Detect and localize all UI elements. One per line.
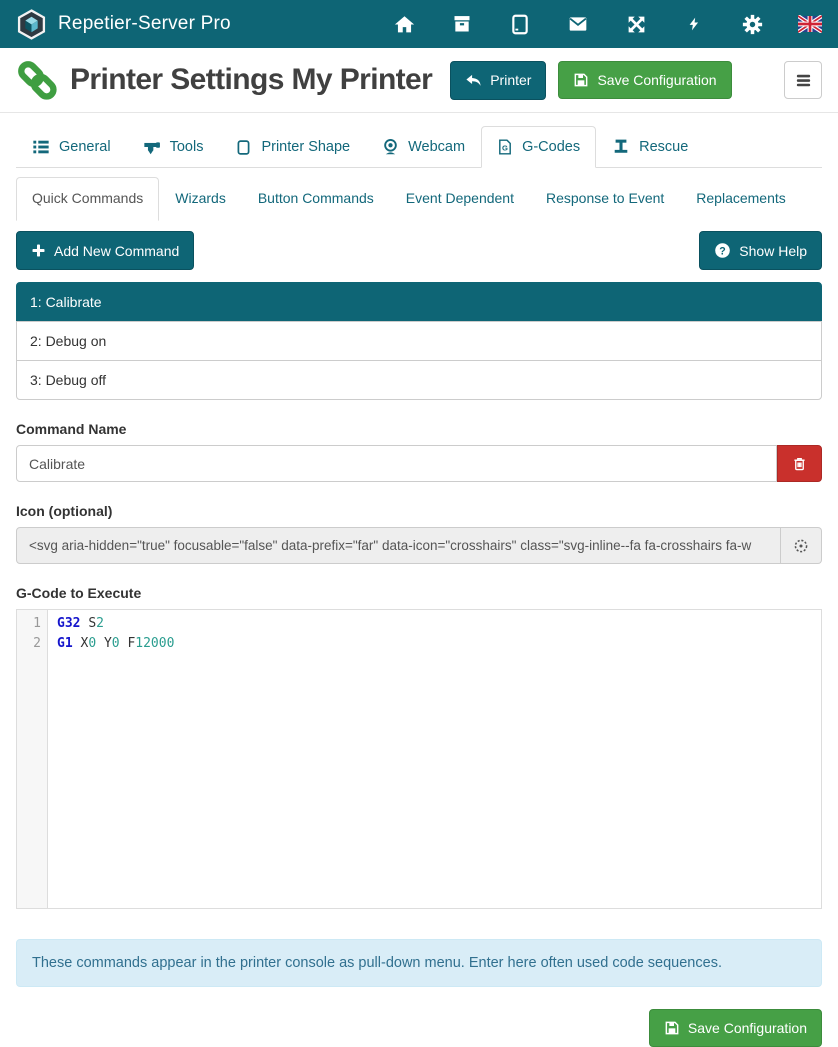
save-configuration-button-bottom[interactable]: Save Configuration	[649, 1009, 822, 1047]
gcode-code-area[interactable]: G32 S2G1 X0 Y0 F12000	[48, 610, 821, 908]
question-circle-icon: ?	[714, 242, 731, 259]
tablet-icon	[510, 14, 530, 35]
info-box: These commands appear in the printer con…	[16, 939, 822, 987]
nav-messages[interactable]	[566, 12, 590, 36]
nav-home[interactable]	[392, 12, 416, 36]
command-name-label: Command Name	[16, 421, 822, 437]
gcode-line: G32 S2	[57, 614, 821, 634]
footer: Save Configuration	[16, 1009, 822, 1047]
command-name-input[interactable]	[16, 445, 777, 482]
subtab-response-to-event[interactable]: Response to Event	[530, 177, 680, 221]
icon-label: Icon (optional)	[16, 503, 822, 519]
command-list-item[interactable]: 3: Debug off	[16, 360, 822, 400]
brand[interactable]: Repetier-Server Pro	[16, 9, 231, 40]
crosshairs-icon	[792, 537, 810, 555]
info-text: These commands appear in the printer con…	[32, 955, 722, 971]
repetier-logo-icon	[16, 9, 47, 40]
tab-g-codes[interactable]: G G-Codes	[481, 126, 596, 168]
uk-flag-icon	[798, 15, 822, 33]
gcode-file-icon: G	[497, 138, 513, 156]
archive-box-icon	[452, 14, 472, 34]
subtab-quick-commands[interactable]: Quick Commands	[16, 177, 159, 221]
subtab-button-commands[interactable]: Button Commands	[242, 177, 390, 221]
tab-printer-shape[interactable]: Printer Shape	[219, 126, 366, 168]
gcode-line: G1 X0 Y0 F12000	[57, 634, 821, 654]
nav-global-actions[interactable]	[624, 12, 648, 36]
extruder-icon	[143, 138, 161, 156]
list-icon	[32, 138, 50, 156]
save-configuration-button[interactable]: Save Configuration	[558, 61, 731, 99]
gcode-editor[interactable]: 12 G32 S2G1 X0 Y0 F12000	[16, 609, 822, 909]
quick-commands-toolbar: Add New Command ? Show Help	[16, 231, 822, 270]
add-new-command-button[interactable]: Add New Command	[16, 231, 194, 270]
icon-group	[16, 527, 822, 564]
back-to-printer-button[interactable]: Printer	[450, 61, 546, 100]
bolt-icon	[687, 13, 701, 35]
save-icon	[573, 72, 589, 88]
brand-title: Repetier-Server Pro	[58, 13, 231, 35]
subtab-event-dependent[interactable]: Event Dependent	[390, 177, 530, 221]
trash-icon	[791, 455, 808, 473]
command-list-item[interactable]: 1: Calibrate	[16, 282, 822, 322]
show-help-button[interactable]: ? Show Help	[699, 231, 822, 270]
chain-link-icon	[16, 59, 58, 101]
svg-text:?: ?	[720, 245, 726, 257]
nav-settings[interactable]	[740, 12, 764, 36]
nav-power[interactable]	[682, 12, 706, 36]
page-header: Printer Settings My Printer Printer Save…	[0, 48, 838, 113]
tab-webcam[interactable]: Webcam	[366, 126, 481, 168]
svg-text:G: G	[502, 144, 508, 153]
top-navbar: Repetier-Server Pro	[0, 0, 838, 48]
navbar-icons	[392, 12, 822, 36]
icon-preview-addon[interactable]	[781, 527, 822, 564]
gcode-label: G-Code to Execute	[16, 585, 822, 601]
expand-arrows-icon	[626, 14, 647, 35]
page-title: Printer Settings My Printer	[70, 63, 432, 97]
nav-printers[interactable]	[450, 12, 474, 36]
plus-icon	[31, 243, 46, 258]
command-list-item[interactable]: 2: Debug on	[16, 321, 822, 361]
header-menu-button[interactable]	[784, 61, 822, 99]
subtab-replacements[interactable]: Replacements	[680, 177, 802, 221]
tab-tools[interactable]: Tools	[127, 126, 220, 168]
settings-tabs: General Tools Printer Shape Webcam	[16, 126, 822, 168]
icon-input[interactable]	[16, 527, 781, 564]
subtab-wizards[interactable]: Wizards	[159, 177, 242, 221]
save-icon	[664, 1020, 680, 1036]
rescue-jack-icon	[612, 138, 630, 156]
reply-arrow-icon	[465, 72, 482, 89]
gear-icon	[742, 14, 763, 35]
command-list: 1: Calibrate 2: Debug on 3: Debug off	[16, 282, 822, 400]
webcam-icon	[382, 138, 399, 156]
hamburger-icon	[794, 71, 813, 90]
tab-general[interactable]: General	[16, 126, 127, 168]
envelope-icon	[567, 14, 589, 34]
delete-command-button[interactable]	[777, 445, 822, 482]
nav-language[interactable]	[798, 12, 822, 36]
gcode-line-numbers: 12	[17, 610, 48, 908]
gcode-subtabs: Quick Commands Wizards Button Commands E…	[16, 177, 822, 221]
tab-rescue[interactable]: Rescue	[596, 126, 704, 168]
nav-touch-interface[interactable]	[508, 12, 532, 36]
shape-outline-icon	[235, 139, 252, 156]
command-name-group	[16, 445, 822, 482]
home-icon	[394, 14, 415, 35]
